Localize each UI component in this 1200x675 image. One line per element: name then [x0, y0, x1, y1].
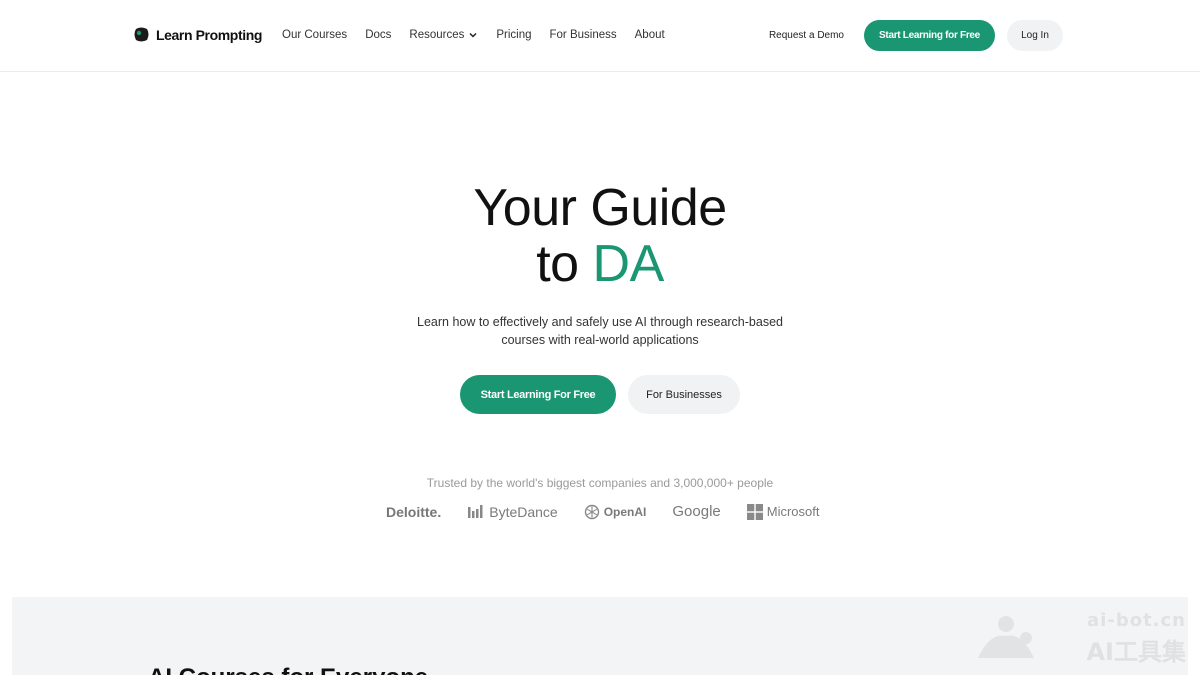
- nav-link-docs[interactable]: Docs: [365, 29, 391, 41]
- chevron-down-icon: [469, 32, 477, 38]
- logo-icon: [133, 26, 150, 43]
- hero-title-accent: DA: [592, 235, 665, 293]
- deloitte-logo: Deloitte.: [386, 503, 442, 520]
- watermark: ai-bot.cn AI工具集: [976, 610, 1186, 666]
- nav-link-our-courses[interactable]: Our Courses: [282, 29, 347, 41]
- nav-link-pricing[interactable]: Pricing: [496, 29, 531, 41]
- nav-link-for-business[interactable]: For Business: [550, 29, 617, 41]
- microsoft-logo: Microsoft: [746, 503, 820, 520]
- hero-cta-row: Start Learning For Free For Businesses: [460, 375, 740, 414]
- hero-subtitle: Learn how to effectively and safely use …: [0, 313, 1200, 349]
- start-learning-button[interactable]: Start Learning For Free: [460, 375, 616, 414]
- hero-subtitle-line2: courses with real-world applications: [501, 333, 699, 347]
- microsoft-icon: [746, 503, 763, 520]
- login-button[interactable]: Log In: [1007, 20, 1063, 51]
- watermark-icon: [978, 616, 1034, 658]
- request-demo-link[interactable]: Request a Demo: [769, 30, 844, 41]
- bytedance-label: ByteDance: [489, 503, 558, 520]
- bytedance-icon: [468, 504, 483, 518]
- nav-link-resources[interactable]: Resources: [409, 29, 478, 41]
- for-businesses-button[interactable]: For Businesses: [628, 375, 740, 414]
- watermark-bottom-text: AI工具集: [1086, 638, 1186, 666]
- nav-link-about[interactable]: About: [635, 29, 665, 41]
- hero-subtitle-line1: Learn how to effectively and safely use …: [417, 315, 783, 329]
- hero-title-prefix: to: [536, 235, 593, 293]
- openai-logo: OpenAI: [584, 504, 647, 520]
- microsoft-label: Microsoft: [766, 504, 820, 519]
- courses-heading: AI Courses for Everyone: [148, 664, 428, 675]
- hero-title-line2: to DA: [0, 236, 1200, 292]
- brand-logos: Deloitte. ByteDance OpenAI Google Micros…: [386, 503, 820, 520]
- nav-links: Our Courses Docs Resources Pricing For B…: [282, 29, 665, 41]
- logo-text: Learn Prompting: [156, 26, 263, 43]
- hero-title-line1: Your Guide: [473, 179, 727, 237]
- start-learning-nav-button[interactable]: Start Learning for Free: [864, 20, 995, 51]
- nav-actions: Request a Demo Start Learning for Free L…: [769, 20, 1063, 51]
- logo-link[interactable]: Learn Prompting: [133, 26, 262, 43]
- nav-link-resources-label: Resources: [409, 29, 465, 41]
- bytedance-logo: ByteDance: [467, 503, 558, 520]
- google-logo: Google: [672, 503, 721, 520]
- watermark-top-text: ai-bot.cn: [1087, 610, 1186, 631]
- openai-icon: [584, 504, 599, 519]
- top-nav: Learn Prompting Our Courses Docs Resourc…: [0, 0, 1200, 72]
- trusted-text: Trusted by the world's biggest companies…: [426, 476, 774, 490]
- openai-label: OpenAI: [603, 504, 647, 519]
